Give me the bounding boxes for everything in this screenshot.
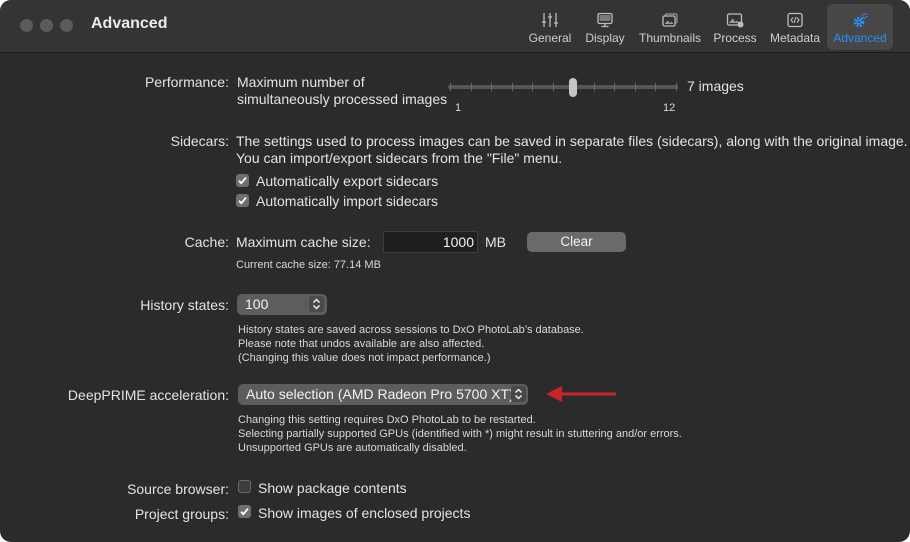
tab-process-label: Process — [713, 31, 757, 45]
max-cache-label: Maximum cache size: — [236, 234, 371, 250]
history-note-3: (Changing this value does not impact per… — [238, 352, 491, 364]
performance-value: 7 images — [687, 78, 744, 94]
history-states-field[interactable]: 100 — [237, 294, 327, 315]
export-sidecars-label: Automatically export sidecars — [256, 173, 439, 189]
slider-max-label: 12 — [663, 102, 676, 114]
history-states-label: History states: — [140, 297, 229, 313]
slider-thumb[interactable] — [569, 78, 578, 97]
minimize-window-button[interactable] — [40, 19, 53, 32]
slider-min-label: 1 — [455, 102, 462, 114]
performance-label: Performance: — [144, 74, 229, 90]
slider-track — [448, 85, 678, 89]
import-sidecars-label: Automatically import sidecars — [256, 193, 439, 209]
tab-process[interactable]: Process — [708, 4, 762, 50]
tab-advanced[interactable]: Advanced — [827, 4, 893, 50]
import-sidecars-checkbox[interactable] — [236, 194, 249, 207]
thumbnails-icon — [662, 13, 678, 27]
history-note-2: Please note that undos available are als… — [238, 338, 485, 350]
metadata-icon — [787, 12, 803, 28]
show-package-contents-checkbox[interactable] — [238, 480, 251, 493]
process-icon — [726, 13, 744, 28]
slider-tick — [676, 83, 677, 91]
sidecars-label: Sidecars: — [170, 133, 229, 149]
slider-tick — [470, 83, 472, 91]
slider-tick — [552, 83, 554, 91]
title-bar: Advanced General Display Thumbnails Proc… — [0, 0, 910, 53]
sliders-icon — [542, 13, 558, 27]
slider-tick — [511, 83, 513, 91]
window-title: Advanced — [91, 15, 168, 32]
history-stepper[interactable] — [309, 296, 324, 312]
stepper-arrows-icon — [312, 298, 321, 310]
tab-display[interactable]: Display — [580, 4, 630, 50]
show-enclosed-projects-checkbox[interactable] — [238, 505, 251, 518]
current-cache-size: Current cache size: 77.14 MB — [236, 259, 381, 271]
tab-display-label: Display — [585, 31, 625, 45]
popup-chevrons — [511, 386, 526, 402]
history-note-1: History states are saved across sessions… — [238, 324, 584, 336]
project-groups-label: Project groups: — [134, 506, 229, 522]
close-window-button[interactable] — [20, 19, 33, 32]
gears-icon — [853, 12, 868, 28]
deepprime-selected-value: Auto selection (AMD Radeon Pro 5700 XT) — [246, 386, 514, 402]
deepprime-note-2: Selecting partially supported GPUs (iden… — [238, 428, 682, 440]
cache-label: Cache: — [184, 234, 229, 250]
sidecars-desc-line2: You can import/export sidecars from the … — [236, 150, 563, 166]
deepprime-label: DeepPRIME acceleration: — [67, 387, 229, 403]
performance-desc-line2: simultaneously processed images — [237, 91, 448, 107]
deepprime-note-3: Unsupported GPUs are automatically disab… — [238, 442, 467, 454]
clear-cache-button[interactable]: Clear — [527, 232, 626, 252]
preferences-window: Advanced General Display Thumbnails Proc… — [0, 0, 910, 542]
chevron-updown-icon — [514, 388, 523, 400]
show-enclosed-projects-label: Show images of enclosed projects — [258, 505, 471, 521]
slider-tick — [532, 83, 534, 91]
tab-thumbnails-label: Thumbnails — [638, 31, 702, 45]
history-states-value: 100 — [245, 296, 269, 312]
deepprime-acceleration-popup[interactable]: Auto selection (AMD Radeon Pro 5700 XT) — [238, 384, 528, 405]
performance-desc-line1: Maximum number of — [237, 74, 365, 90]
sidecars-desc-line1: The settings used to process images can … — [236, 133, 908, 149]
show-package-contents-label: Show package contents — [258, 480, 407, 496]
red-arrow-annotation — [546, 386, 616, 402]
tab-metadata-label: Metadata — [769, 31, 821, 45]
tab-general-label: General — [528, 31, 572, 45]
performance-slider[interactable] — [448, 78, 680, 98]
slider-tick — [655, 83, 657, 91]
tab-general[interactable]: General — [524, 4, 576, 50]
cache-unit-label: MB — [485, 234, 506, 250]
zoom-window-button[interactable] — [60, 19, 73, 32]
deepprime-note-1: Changing this setting requires DxO Photo… — [238, 414, 536, 426]
tab-metadata[interactable]: Metadata — [766, 4, 824, 50]
slider-tick — [450, 83, 451, 91]
export-sidecars-checkbox[interactable] — [236, 174, 249, 187]
monitor-icon — [597, 12, 613, 28]
cache-size-field[interactable]: 1000 — [383, 231, 478, 253]
slider-tick — [593, 83, 595, 91]
slider-tick — [491, 83, 493, 91]
tab-advanced-label: Advanced — [833, 31, 887, 45]
tab-thumbnails[interactable]: Thumbnails — [636, 4, 704, 50]
slider-tick — [634, 83, 636, 91]
source-browser-label: Source browser: — [127, 481, 229, 497]
slider-tick — [614, 83, 616, 91]
